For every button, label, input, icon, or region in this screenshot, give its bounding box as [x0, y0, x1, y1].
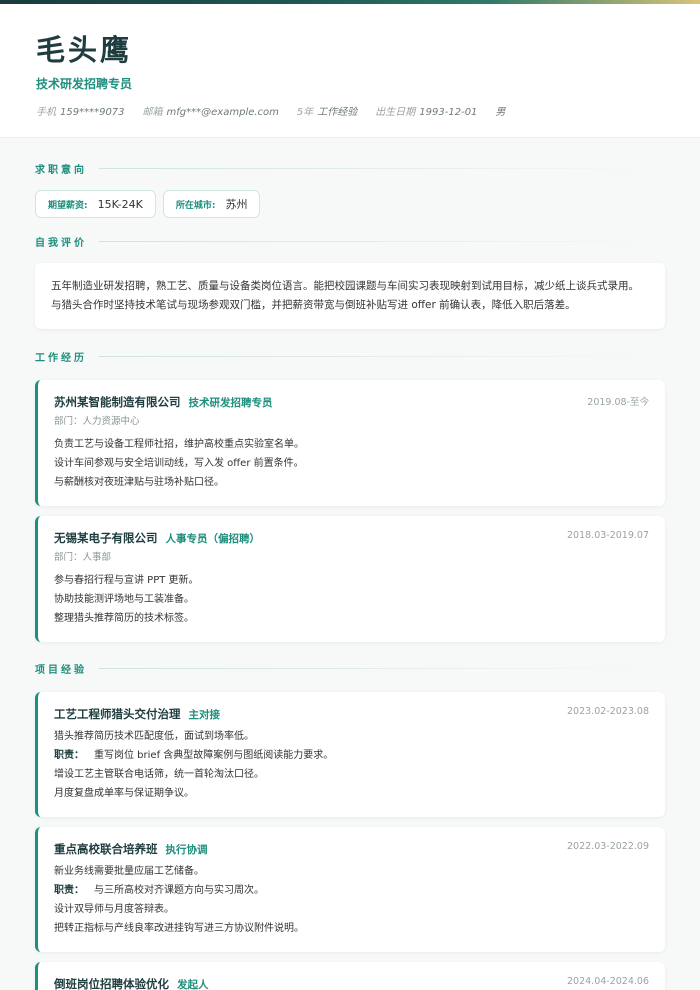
project-entry: 倒班岗位招聘体验优化 发起人 2024.04-2024.06 [35, 962, 665, 990]
meta-email: 邮箱 mfg***@example.com [143, 106, 279, 120]
salary-value: 15K-24K [97, 197, 143, 211]
meta-value: 工作经验 [317, 107, 358, 118]
work-entry-head: 苏州某智能制造有限公司 技术研发招聘专员 [54, 394, 649, 411]
meta-label: 手机 [36, 107, 56, 118]
section-title-text: 工作经历 [35, 352, 87, 364]
project-line: 月度复盘成单率与保证期争议。 [54, 788, 194, 799]
salary-chip: 期望薪资: 15K-24K [35, 190, 156, 218]
meta-birthdate: 出生日期 1993-12-01 [375, 106, 477, 120]
project-bullets: 猎头推荐简历技术匹配度低，面试到场率低。 职责： 重写岗位 brief 含典型故障… [54, 727, 649, 803]
work-line: 设计车间参观与安全培训动线，写入发 offer 前置条件。 [54, 458, 304, 469]
work-bullets: 负责工艺与设备工程师社招，维护高校重点实验室名单。 设计车间参观与安全培训动线，… [54, 435, 649, 492]
section-divider [99, 355, 665, 357]
section-divider [99, 667, 665, 669]
meta-gender: 男 [495, 106, 505, 120]
project-entry: 重点高校联合培养班 执行协调 2022.03-2022.09 新业务线需要批量应… [35, 827, 665, 952]
work-line: 协助技能测评场地与工装准备。 [54, 594, 194, 605]
section-divider [99, 167, 665, 169]
duty-text: 与三所高校对齐课题方向与实习周次。 [94, 885, 264, 896]
company-name: 苏州某智能制造有限公司 [54, 395, 181, 409]
project-role: 执行协调 [165, 844, 208, 856]
summary-line: 与猎头合作时坚持技术笔试与现场参观双门槛，并把薪资带宽与倒班补贴写进 offer… [51, 299, 576, 311]
meta-value: mfg***@example.com [166, 107, 279, 118]
duty-label: 职责： [54, 885, 84, 896]
section-title-projects: 项目经验 [35, 658, 665, 678]
intent-chips: 期望薪资: 15K-24K 所在城市: 苏州 [35, 190, 665, 218]
city-chip: 所在城市: 苏州 [162, 190, 261, 218]
job-role: 技术研发招聘专员 [188, 397, 273, 409]
project-duty: 职责： 与三所高校对齐课题方向与实习周次。 [54, 881, 649, 900]
project-name: 倒班岗位招聘体验优化 [54, 977, 169, 990]
project-date: 2022.03-2022.09 [567, 841, 649, 852]
department: 部门：人力资源中心 [54, 416, 140, 427]
section-title-work: 工作经历 [35, 346, 665, 366]
section-title-intent: 求职意向 [35, 158, 665, 178]
section-title-text: 项目经验 [35, 664, 87, 676]
project-line: 把转正指标与产线良率改进挂钩写进三方协议附件说明。 [54, 923, 304, 934]
meta-experience: 5年 工作经验 [297, 106, 357, 120]
section-title-summary: 自我评价 [35, 231, 665, 251]
section-title-text: 求职意向 [35, 164, 87, 176]
work-date: 2019.08-至今 [587, 397, 649, 408]
work-line: 负责工艺与设备工程师社招，维护高校重点实验室名单。 [54, 439, 304, 450]
duty-text: 重写岗位 brief 含典型故障案例与图纸阅读能力要求。 [94, 750, 334, 761]
project-role: 主对接 [188, 709, 221, 721]
work-line: 整理猎头推荐简历的技术标签。 [54, 613, 194, 624]
meta-phone: 手机 159****9073 [36, 106, 125, 120]
project-role: 发起人 [177, 979, 209, 990]
project-bullets: 新业务线需要批量应届工艺储备。 职责： 与三所高校对齐课题方向与实习周次。 设计双… [54, 862, 649, 938]
meta-value: 1993-12-01 [419, 107, 478, 118]
project-line: 设计双导师与月度答辩表。 [54, 904, 174, 915]
project-entry-head: 倒班岗位招聘体验优化 发起人 [54, 976, 649, 990]
candidate-name: 毛头鹰 [36, 33, 133, 67]
project-name: 重点高校联合培养班 [54, 842, 158, 856]
project-name: 工艺工程师猎头交付治理 [54, 707, 181, 721]
project-date: 2023.02-2023.08 [567, 706, 649, 717]
project-line: 增设工艺主管联合电话筛，统一首轮淘汰口径。 [54, 769, 264, 780]
work-entry: 无锡某电子有限公司 人事专员（偏招聘） 2018.03-2019.07 部门：人… [35, 516, 665, 642]
project-entry: 工艺工程师猎头交付治理 主对接 2023.02-2023.08 猎头推荐简历技术… [35, 692, 665, 817]
project-entry-head: 工艺工程师猎头交付治理 主对接 [54, 706, 649, 723]
project-date: 2024.04-2024.06 [567, 976, 649, 987]
meta-label: 5年 [296, 107, 314, 118]
meta-label: 出生日期 [375, 107, 416, 118]
section-title-text: 自我评价 [35, 237, 87, 249]
department: 部门：人事部 [54, 552, 112, 563]
project-background: 新业务线需要批量应届工艺储备。 [54, 866, 204, 877]
city-label: 所在城市: [175, 200, 216, 211]
job-role: 人事专员（偏招聘） [165, 533, 261, 545]
meta-value: 男 [495, 107, 506, 118]
work-line: 参与春招行程与宣讲 PPT 更新。 [54, 575, 199, 586]
city-value: 苏州 [225, 198, 248, 211]
meta-label: 邮箱 [142, 107, 163, 118]
duty-label: 职责： [54, 750, 84, 761]
resume-header: 毛头鹰 技术研发招聘专员 手机 159****9073 邮箱 mfg***@exam… [0, 4, 700, 138]
summary-line: 五年制造业研发招聘，熟工艺、质量与设备类岗位语言。能把校园课题与车间实习表现映射… [51, 280, 639, 292]
summary-card: 五年制造业研发招聘，熟工艺、质量与设备类岗位语言。能把校园课题与车间实习表现映射… [35, 263, 665, 329]
work-bullets: 参与春招行程与宣讲 PPT 更新。 协助技能测评场地与工装准备。 整理猎头推荐简… [54, 571, 649, 628]
project-entry-head: 重点高校联合培养班 执行协调 [54, 841, 649, 858]
section-divider [99, 240, 665, 242]
work-date: 2018.03-2019.07 [567, 530, 649, 541]
salary-label: 期望薪资: [48, 200, 88, 211]
work-entry: 苏州某智能制造有限公司 技术研发招聘专员 2019.08-至今 部门：人力资源中… [35, 380, 665, 506]
company-name: 无锡某电子有限公司 [54, 531, 158, 545]
contact-meta: 手机 159****9073 邮箱 mfg***@example.com 5年 工作经… [36, 106, 664, 120]
project-background: 猎头推荐简历技术匹配度低，面试到场率低。 [54, 731, 254, 742]
resume-content: 求职意向 期望薪资: 15K-24K 所在城市: 苏州 自我评价 五年制造业研发… [0, 158, 700, 990]
project-duty: 职责： 重写岗位 brief 含典型故障案例与图纸阅读能力要求。 [54, 746, 649, 765]
candidate-title: 技术研发招聘专员 [36, 77, 133, 91]
meta-value: 159****9073 [60, 107, 125, 118]
work-entry-head: 无锡某电子有限公司 人事专员（偏招聘） [54, 530, 649, 547]
work-line: 与薪酬核对夜班津贴与驻场补贴口径。 [54, 477, 224, 488]
